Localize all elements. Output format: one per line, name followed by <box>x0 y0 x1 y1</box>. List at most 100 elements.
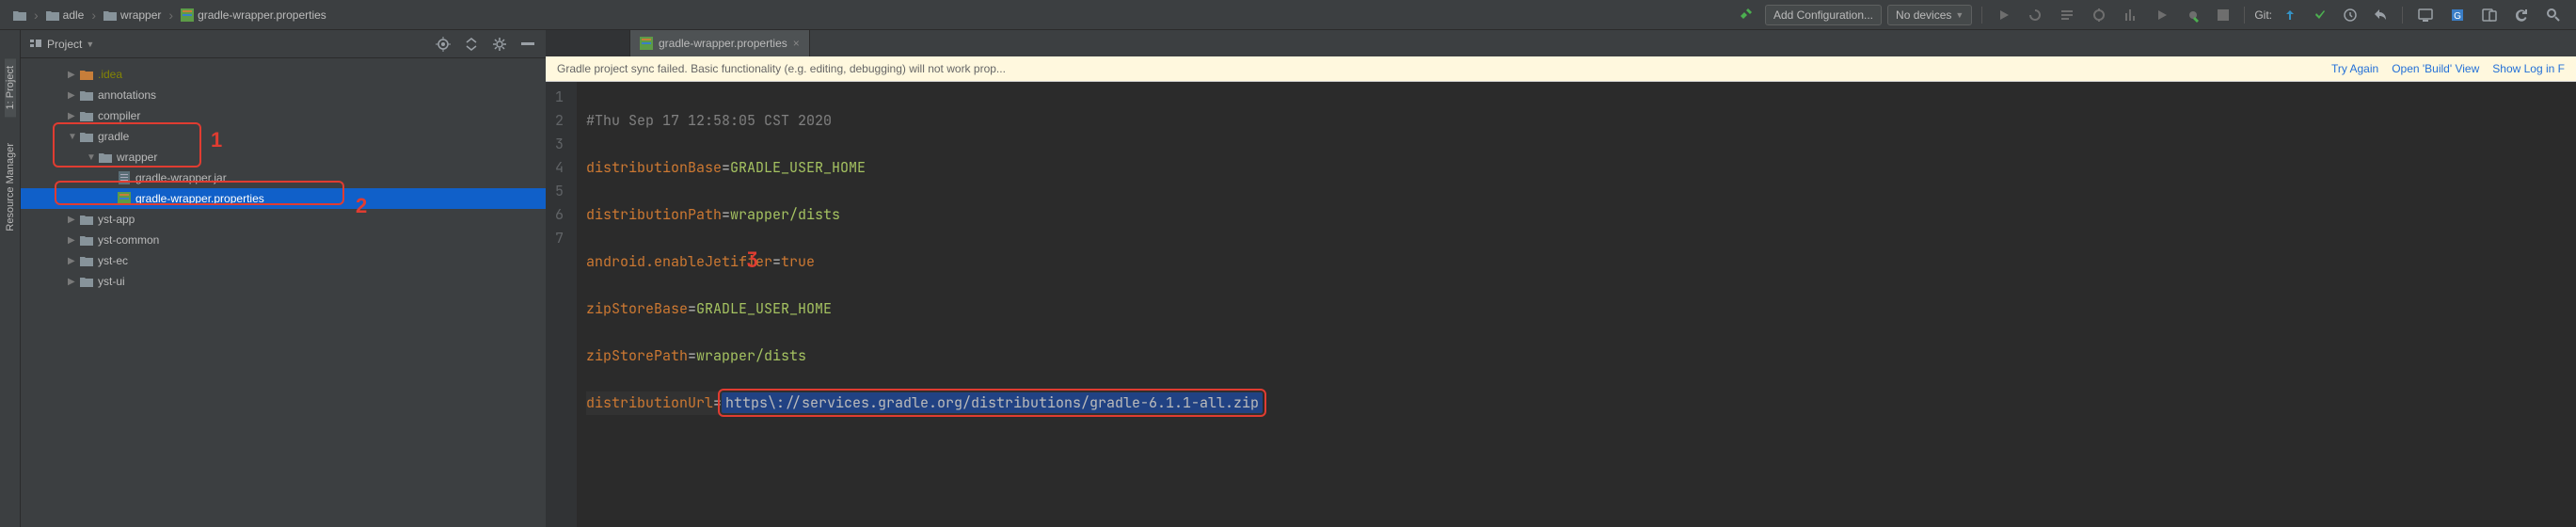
tree-item-yst-common[interactable]: ▶ yst-common <box>21 230 546 250</box>
folder-icon <box>79 274 94 289</box>
folder-icon <box>79 253 94 268</box>
editor-tab-properties[interactable]: gradle-wrapper.properties × <box>630 30 810 56</box>
tree-label: yst-common <box>98 233 159 247</box>
apply-changes-icon[interactable] <box>2022 5 2048 25</box>
chevron-right-icon: ▶ <box>68 256 79 266</box>
code-val: GRADLE_USER_HOME <box>696 299 832 318</box>
tree-item-yst-ui[interactable]: ▶yst-ui <box>21 271 546 292</box>
code-key: zipStorePath <box>586 346 688 365</box>
project-panel-title[interactable]: Project ▼ <box>28 37 433 52</box>
jar-file-icon <box>117 170 132 185</box>
folder-icon <box>79 67 94 82</box>
git-commit-icon[interactable] <box>2308 6 2332 24</box>
project-panel-header: Project ▼ <box>21 30 546 58</box>
apply-code-icon[interactable] <box>2054 5 2080 25</box>
git-label: Git: <box>2254 8 2272 22</box>
tree-item-gradle[interactable]: ▼gradle <box>21 126 546 147</box>
tree-item-idea[interactable]: ▶.idea <box>21 64 546 85</box>
breadcrumb-item-3[interactable]: gradle-wrapper.properties <box>177 7 330 24</box>
sidebar-tab-resource-manager[interactable]: Resource Manager <box>5 136 16 239</box>
hide-icon[interactable] <box>517 34 538 55</box>
tree-item-wrapper[interactable]: ▼wrapper <box>21 147 546 168</box>
gear-icon[interactable] <box>489 34 510 55</box>
chevron-right-icon: › <box>168 8 173 23</box>
tree-label: gradle-wrapper.properties <box>135 192 264 205</box>
annotation-label-1: 1 <box>211 128 222 152</box>
breadcrumb-label: adle <box>63 8 85 22</box>
try-again-link[interactable]: Try Again <box>2331 62 2378 75</box>
sync-icon[interactable] <box>2508 5 2535 25</box>
properties-file-icon <box>640 37 653 50</box>
tree-item-compiler[interactable]: ▶ compiler <box>21 105 546 126</box>
chevron-down-icon: ▼ <box>1955 10 1964 20</box>
debug-icon[interactable] <box>2086 5 2112 25</box>
folder-icon <box>13 8 26 22</box>
separator <box>1981 7 1982 24</box>
add-configuration-dropdown[interactable]: Add Configuration... <box>1765 5 1882 25</box>
tree-label: gradle <box>98 130 129 143</box>
distribution-url-value: https\://services.gradle.org/distributio… <box>722 392 1263 413</box>
avd-manager-icon[interactable] <box>2412 6 2439 24</box>
line-number: 5 <box>555 180 564 203</box>
tree-item-yst-app[interactable]: ▶yst-app <box>21 209 546 230</box>
code-key: android.enableJetifier <box>586 252 772 271</box>
hammer-icon[interactable] <box>1733 5 1759 25</box>
show-log-link[interactable]: Show Log in F <box>2492 62 2565 75</box>
chevron-right-icon: ▶ <box>68 235 79 246</box>
chevron-right-icon: › <box>91 8 96 23</box>
tree-label: gradle-wrapper.jar <box>135 171 227 184</box>
run-icon[interactable] <box>1992 6 2016 24</box>
line-number: 3 <box>555 133 564 156</box>
folder-icon <box>79 88 94 103</box>
toolbar-right: Add Configuration... No devices▼ Git: G <box>1733 5 2567 25</box>
sidebar-tab-label: Resource Manager <box>5 143 16 232</box>
chevron-right-icon: ▶ <box>68 90 79 101</box>
line-number: 7 <box>555 227 564 250</box>
properties-file-icon <box>181 8 194 22</box>
code-content[interactable]: #Thu Sep 17 12:58:05 CST 2020 distributi… <box>577 82 1272 527</box>
folder-icon <box>103 8 117 22</box>
breadcrumb: › adle › wrapper › gradle-wrapper.proper… <box>9 7 1733 24</box>
tree-label: .idea <box>98 68 122 81</box>
code-val: GRADLE_USER_HOME <box>730 158 866 177</box>
locate-icon[interactable] <box>433 34 453 55</box>
open-build-view-link[interactable]: Open 'Build' View <box>2392 62 2479 75</box>
project-view-icon <box>28 37 43 52</box>
tree-item-properties[interactable]: gradle-wrapper.properties <box>21 188 546 209</box>
search-icon[interactable] <box>2540 5 2567 25</box>
expand-all-icon[interactable] <box>461 34 482 55</box>
chevron-right-icon: ▶ <box>68 111 79 121</box>
run-icon[interactable] <box>2150 6 2174 24</box>
breadcrumb-item-2[interactable]: wrapper <box>100 7 165 24</box>
stop-icon[interactable] <box>2212 7 2234 24</box>
project-tree[interactable]: ▶.idea ▶annotations ▶compiler ▼gradle ▼w… <box>21 58 546 527</box>
profiler-icon[interactable] <box>2118 5 2144 25</box>
code-eq: = <box>772 252 781 271</box>
folder-icon <box>79 212 94 227</box>
device-dropdown[interactable]: No devices▼ <box>1887 5 1972 25</box>
close-icon[interactable]: × <box>793 37 800 50</box>
device-manager-icon[interactable] <box>2476 6 2503 24</box>
breadcrumb-root[interactable] <box>9 7 30 24</box>
git-rollback-icon[interactable] <box>2368 6 2393 24</box>
properties-file-icon <box>117 191 132 206</box>
editor-tab-bar: gradle-wrapper.properties × <box>546 30 2576 56</box>
tree-item-annotations[interactable]: ▶annotations <box>21 85 546 105</box>
editor-body[interactable]: 1 2 3 4 5 6 7 #Thu Sep 17 12:58:05 CST 2… <box>546 82 2576 527</box>
git-update-icon[interactable] <box>2278 6 2302 24</box>
separator <box>2402 7 2403 24</box>
sdk-manager-icon[interactable]: G <box>2444 5 2471 25</box>
tree-label: compiler <box>98 109 140 122</box>
sync-failed-banner: Gradle project sync failed. Basic functi… <box>546 56 2576 82</box>
sidebar-tab-project[interactable]: 1: Project <box>5 58 16 117</box>
svg-text:G: G <box>2454 11 2461 22</box>
top-toolbar: › adle › wrapper › gradle-wrapper.proper… <box>0 0 2576 30</box>
attach-debugger-icon[interactable] <box>2180 5 2206 25</box>
editor-tab-unknown[interactable] <box>546 30 630 56</box>
chevron-right-icon: ▶ <box>68 215 79 225</box>
tree-item-yst-ec[interactable]: ▶yst-ec <box>21 250 546 271</box>
code-eq: = <box>713 393 722 412</box>
tree-item-jar[interactable]: gradle-wrapper.jar <box>21 168 546 188</box>
breadcrumb-item-1[interactable]: adle <box>42 7 88 24</box>
git-history-icon[interactable] <box>2338 6 2362 24</box>
